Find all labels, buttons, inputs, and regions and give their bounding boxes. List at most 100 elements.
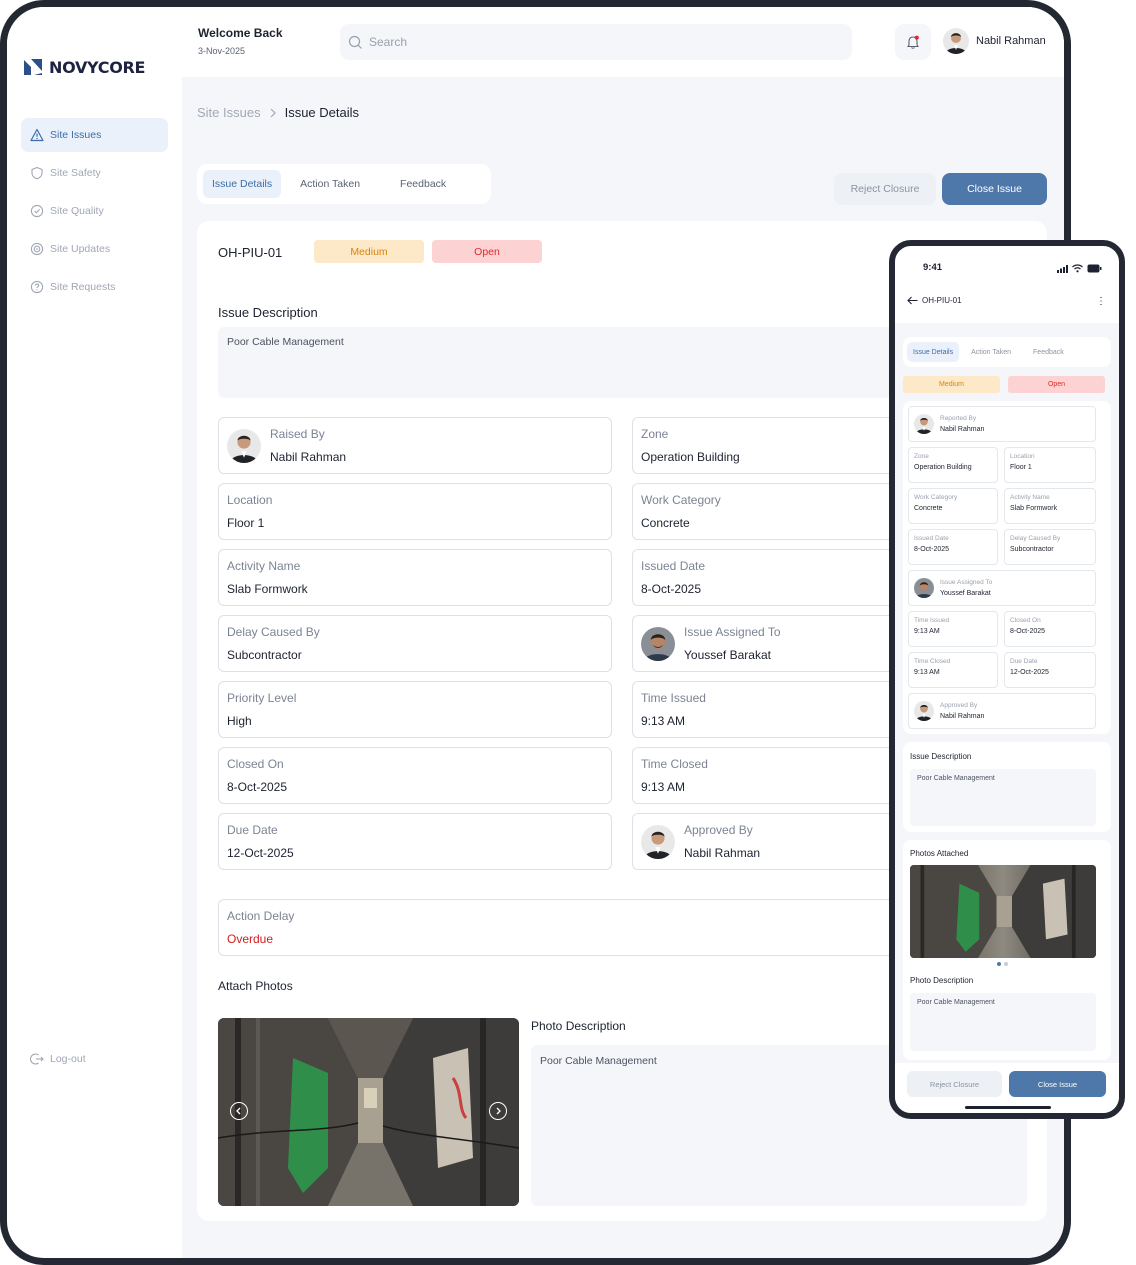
field-activity-name: Activity Name Slab Formwork xyxy=(218,549,612,606)
field-label: Zone xyxy=(914,453,929,460)
issue-photo-carousel[interactable] xyxy=(218,1018,519,1206)
site-photo xyxy=(910,865,1096,958)
issue-description-title: Issue Description xyxy=(218,305,318,320)
field-label: Issued Date xyxy=(914,535,949,542)
field-value: 8-Oct-2025 xyxy=(1010,628,1046,635)
field-label: Closed On xyxy=(1010,617,1041,624)
field-value: Youssef Barakat xyxy=(940,590,991,597)
breadcrumb-current: Issue Details xyxy=(284,105,360,120)
phone-field-time-closed: Time Closed 9:13 AM xyxy=(908,652,998,688)
phone-field-reported-by: Reported By Nabil Rahman xyxy=(908,406,1096,442)
chevron-left-icon xyxy=(236,1107,241,1115)
sidebar-item-site-issues[interactable]: Site Issues xyxy=(21,118,168,152)
phone-header: OH-PIU-01 xyxy=(907,296,962,305)
phone-status-bar: 9:41 xyxy=(895,246,1119,286)
notifications-button[interactable] xyxy=(895,24,931,60)
field-value: 8-Oct-2025 xyxy=(914,546,950,553)
sidebar-item-site-updates[interactable]: Site Updates xyxy=(21,232,168,266)
sidebar: NOVYCORE Site Issues Site Safety Site Qu… xyxy=(7,7,182,1113)
field-label: Location xyxy=(1010,453,1035,460)
attach-photos-title: Attach Photos xyxy=(218,979,293,993)
field-label: Time Closed xyxy=(914,658,951,665)
field-closed-on: Closed On 8-Oct-2025 xyxy=(218,747,612,804)
avatar xyxy=(914,701,934,721)
tab-feedback[interactable]: Feedback xyxy=(391,170,455,198)
field-label: Activity Name xyxy=(1010,494,1050,501)
field-priority-level: Priority Level High xyxy=(218,681,612,738)
phone-field-closed-on: Closed On 8-Oct-2025 xyxy=(1004,611,1096,647)
field-label: Due Date xyxy=(1010,658,1038,665)
field-value: Subcontractor xyxy=(1010,546,1054,553)
avatar xyxy=(914,414,934,434)
phone-issue-description-title: Issue Description xyxy=(910,752,972,761)
welcome-title: Welcome Back xyxy=(198,26,283,40)
brand-name: NOVYCORE xyxy=(49,57,146,77)
breadcrumb-parent[interactable]: Site Issues xyxy=(197,105,261,120)
user-profile[interactable]: Nabil Rahman xyxy=(943,28,1046,54)
sidebar-item-site-quality[interactable]: Site Quality xyxy=(21,194,168,228)
field-value: Slab Formwork xyxy=(1010,505,1058,512)
phone-field-issued-date: Issued Date 8-Oct-2025 xyxy=(908,529,998,565)
phone-tab-action-taken[interactable]: Action Taken xyxy=(965,342,1017,362)
field-label: Issue Assigned To xyxy=(684,625,781,639)
site-photo xyxy=(218,1018,519,1206)
field-due-date: Due Date 12-Oct-2025 xyxy=(218,813,612,870)
warning-icon xyxy=(30,128,44,142)
field-value: Slab Formwork xyxy=(227,582,308,596)
carousel-dot[interactable] xyxy=(1004,962,1008,966)
search-placeholder: Search xyxy=(369,35,408,49)
brand-logo: NOVYCORE xyxy=(22,57,145,77)
reject-closure-button[interactable]: Reject Closure xyxy=(834,173,936,205)
chevron-right-icon xyxy=(496,1107,501,1115)
close-issue-button[interactable]: Close Issue xyxy=(942,173,1047,205)
carousel-next-button[interactable] xyxy=(489,1102,507,1120)
tab-action-taken[interactable]: Action Taken xyxy=(291,170,369,198)
phone-time: 9:41 xyxy=(923,262,943,273)
target-icon xyxy=(30,242,44,256)
field-value: Concrete xyxy=(914,505,943,512)
phone-tab-feedback[interactable]: Feedback xyxy=(1027,342,1070,362)
field-raised-by: Raised By Nabil Rahman xyxy=(218,417,612,474)
carousel-prev-button[interactable] xyxy=(230,1102,248,1120)
phone-photo-description: Poor Cable Management xyxy=(910,993,1096,1051)
more-options-icon[interactable]: ⋮ xyxy=(1096,296,1106,307)
field-label: Work Category xyxy=(914,494,958,501)
field-label: Activity Name xyxy=(227,559,301,573)
welcome-block: Welcome Back 3-Nov-2025 xyxy=(198,26,283,56)
search-input[interactable]: Search xyxy=(340,24,852,60)
phone-reject-closure-button[interactable]: Reject Closure xyxy=(907,1071,1002,1097)
phone-tab-issue-details[interactable]: Issue Details xyxy=(907,342,960,362)
phone-photo-carousel[interactable] xyxy=(910,865,1096,958)
carousel-dot-active[interactable] xyxy=(997,962,1001,966)
field-value: Nabil Rahman xyxy=(270,450,347,464)
field-label: Raised By xyxy=(270,427,325,441)
phone-field-delay-caused-by: Delay Caused By Subcontractor xyxy=(1004,529,1096,565)
phone-title: OH-PIU-01 xyxy=(922,296,962,305)
phone-photo-description-title: Photo Description xyxy=(910,976,974,985)
field-label: Reported By xyxy=(940,415,977,422)
field-delay-caused-by: Delay Caused By Subcontractor xyxy=(218,615,612,672)
question-icon xyxy=(30,280,44,294)
logout-button[interactable]: Log-out xyxy=(30,1052,86,1066)
sidebar-item-label: Site Updates xyxy=(50,243,111,255)
phone-details-card: Reported By Nabil Rahman Zone Operation Bu… xyxy=(903,401,1111,734)
chevron-right-icon xyxy=(270,108,276,117)
priority-badge: Medium xyxy=(314,240,424,263)
avatar xyxy=(641,824,675,859)
photo-description-title: Photo Description xyxy=(531,1019,626,1033)
phone-status-badge: Open xyxy=(1008,376,1105,393)
field-value: Operation Building xyxy=(914,464,972,471)
logo-icon xyxy=(24,59,42,75)
sidebar-item-site-safety[interactable]: Site Safety xyxy=(21,156,168,190)
sidebar-item-label: Site Requests xyxy=(50,281,116,293)
bell-icon xyxy=(906,35,920,49)
field-value: Nabil Rahman xyxy=(684,846,761,860)
phone-issue-description: Poor Cable Management xyxy=(910,769,1096,826)
sidebar-item-site-requests[interactable]: Site Requests xyxy=(21,270,168,304)
field-value: 12-Oct-2025 xyxy=(1010,669,1049,676)
field-label: Location xyxy=(227,493,273,507)
field-label: Delay Caused By xyxy=(1010,535,1061,542)
back-arrow-icon[interactable] xyxy=(907,296,918,305)
phone-close-issue-button[interactable]: Close Issue xyxy=(1009,1071,1106,1097)
tab-issue-details[interactable]: Issue Details xyxy=(203,170,282,198)
